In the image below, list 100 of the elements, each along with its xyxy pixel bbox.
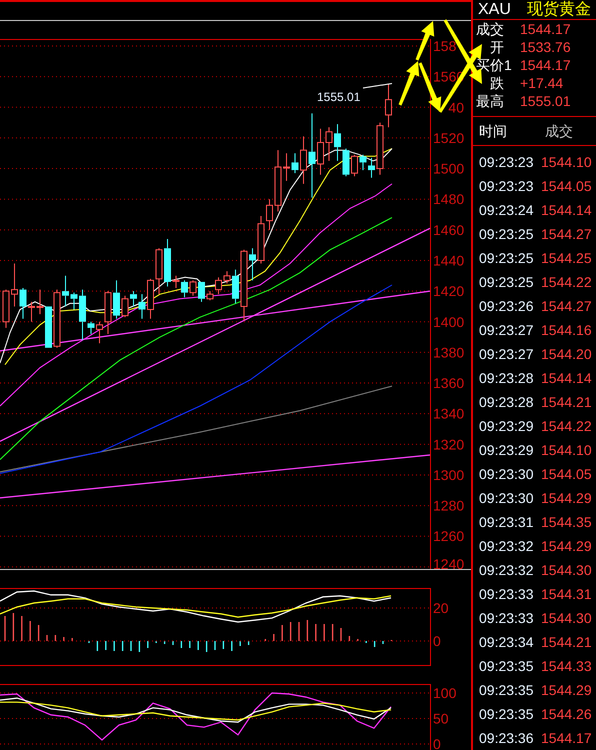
leader-line [362,83,392,88]
price-cell: 1544.27 [541,299,592,314]
time-cell-text: 09:23:25 [479,275,534,290]
axis-label: 1340 [433,406,464,422]
time-cell-text: 09:23:36 [479,731,534,746]
time-cell-text: 09:23:30 [479,467,534,482]
price-cell: 1544.14 [541,203,592,218]
axis-label: 1400 [433,314,464,330]
time-cell-text: 09:23:23 [479,179,534,194]
price-cell: 1544.05 [541,179,592,194]
candlestick [79,289,86,341]
price-cell: 1544.29 [541,539,592,554]
axis-label: 1320 [433,436,464,452]
price-cell: 1544.30 [541,611,592,626]
time-cell-text: 09:23:29 [479,443,534,458]
time-cell-text: 09:23:28 [479,395,534,410]
time-cell-text: 09:23:34 [479,635,534,650]
candlestick [88,321,94,335]
candlestick [54,289,60,348]
candlestick [334,124,341,162]
candlestick [113,280,120,320]
candlestick [274,150,282,212]
candlestick [172,275,180,289]
price-cell: 1544.29 [541,491,592,506]
high-price-label: 1555.01 [317,90,360,104]
time-cell-text: 09:23:24 [479,203,534,218]
time-cell-text: 09:23:25 [479,227,534,242]
price-cell: 1544.21 [541,395,592,410]
axis-label: 40 [448,99,464,116]
axis-label: 1280 [433,498,464,514]
axis-label: 1360 [433,375,464,392]
time-cell-text: 09:23:30 [479,491,534,506]
candlestick [342,148,350,177]
time-cell-text: 09:23:32 [479,539,534,554]
candlestick [283,152,290,182]
time-cell-text: 09:23:25 [479,251,534,266]
price-cell: 1544.10 [541,155,592,170]
candlestick [164,238,171,288]
price-cell: 1544.31 [541,587,592,602]
price-cell: 1544.17 [541,731,592,746]
axis-label: 1260 [433,528,464,544]
candlestick [62,275,69,307]
candlestick [292,152,298,174]
candlestick [206,290,214,301]
candlestick [70,292,78,310]
candlestick [96,321,103,344]
field-value: 1544.17 [520,22,571,36]
price-cell: 1544.22 [541,419,592,434]
candlestick [181,280,188,298]
field-label: 开 [490,39,504,56]
candlestick [300,136,307,184]
time-cell-text: 09:23:27 [479,347,534,362]
axis-label: 1420 [433,283,464,300]
field-label: 最高 [476,93,504,110]
candlestick [224,270,230,284]
candlestick [20,288,26,320]
candlestick [385,84,392,128]
candlestick [122,295,128,318]
candlestick [368,157,375,178]
candlestick [2,289,10,328]
field-value: +17.44 [520,76,564,90]
candlestick [147,278,154,320]
candlestick [258,216,264,264]
price-cell: 1544.14 [541,371,592,386]
column-header: 成交 [545,124,573,138]
axis-label: 1240 [433,556,464,572]
axis-label: 1440 [433,252,464,268]
price-cell: 1544.22 [541,275,592,290]
price-cell: 1544.10 [541,443,592,458]
field-value: 1533.76 [520,40,571,54]
time-cell-text: 09:23:27 [479,323,534,338]
field-value: 1544.17 [520,58,571,72]
axis-label: 20 [433,600,449,616]
candlestick [215,276,222,295]
axis-label: 1460 [433,222,464,238]
candlestick [156,248,162,295]
axis-label: 1500 [433,160,464,177]
time-cell-text: 09:23:33 [479,611,534,626]
field-value: 1555.01 [520,94,571,108]
candlestick [198,281,205,302]
candlestick [36,289,44,315]
time-cell-text: 09:23:32 [479,563,534,578]
time-cell-text: 09:23:28 [479,371,534,386]
axis-label: 0 [433,633,441,650]
price-cell: 1544.26 [541,707,592,722]
candlestick [376,122,384,176]
candlestick [326,126,332,162]
time-cell-text: 09:23:35 [479,707,534,722]
time-cell-text: 09:23:31 [479,515,534,530]
candlestick [190,280,196,296]
price-cell: 1544.27 [541,227,592,242]
price-cell: 1544.33 [541,659,592,674]
candlestick [249,248,256,281]
price-cell: 1544.30 [541,563,592,578]
axis-label: 158 [433,38,456,54]
axis-label: 1380 [433,344,464,360]
candlestick [104,290,112,335]
axis-label: 100 [433,684,456,701]
candlestick [351,154,358,177]
field-label: 成交 [476,21,504,38]
